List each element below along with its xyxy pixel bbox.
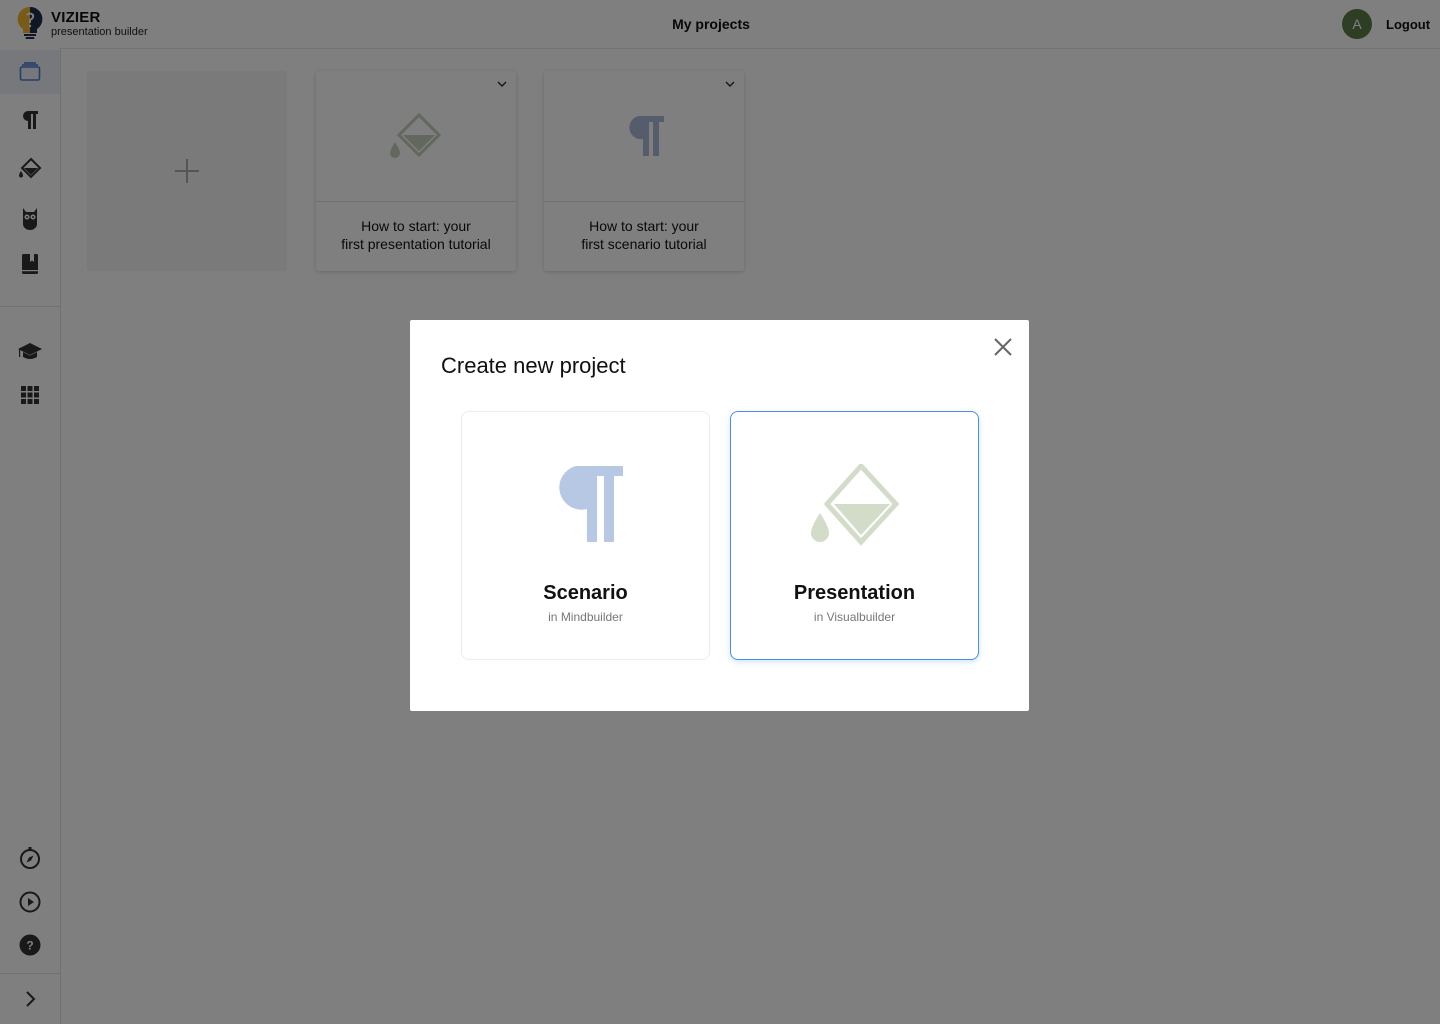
create-project-dialog: Create new project Scenario in Mindbuild…	[410, 320, 1029, 711]
dialog-title: Create new project	[441, 353, 626, 378]
option-subtitle: in Visualbuilder	[813, 610, 896, 624]
close-icon[interactable]	[992, 336, 1014, 358]
paragraph-icon	[558, 466, 623, 542]
option-title: Presentation	[793, 582, 916, 604]
paint-bucket-icon	[810, 464, 899, 546]
scenario-option[interactable]: Scenario in Mindbuilder	[461, 411, 710, 660]
option-subtitle: in Mindbuilder	[548, 610, 623, 624]
presentation-option[interactable]: Presentation in Visualbuilder	[730, 411, 979, 660]
option-title: Scenario	[543, 582, 628, 604]
